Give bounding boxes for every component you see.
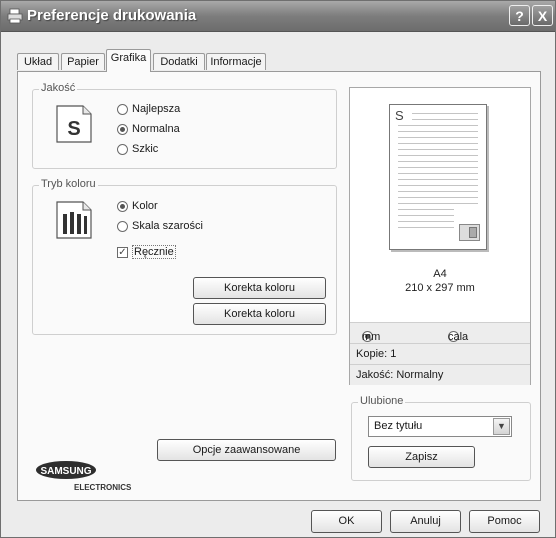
title-bar[interactable]: Preferencje drukowania ? X — [1, 1, 555, 32]
favorites-group: Ulubione — [351, 395, 531, 481]
print-preferences-window: Preferencje drukowania ? X Układ Papier … — [0, 0, 556, 538]
copies-text: Kopie: 1 — [356, 348, 397, 360]
chevron-down-icon[interactable]: ▼ — [493, 418, 510, 435]
samsung-logo-graphic: SAMSUNG ELECTRONICS — [36, 461, 132, 492]
quality-group-label: Jakość — [39, 82, 78, 94]
unit-inch-label: cala — [448, 331, 469, 343]
favorites-dropdown[interactable]: Bez tytułu ▼ — [368, 416, 512, 437]
quality-normal-radio[interactable]: Normalna — [117, 123, 180, 135]
paper-size: 210 x 297 mm — [405, 282, 475, 294]
manual-checkbox[interactable]: ✓ Ręcznie — [117, 245, 176, 259]
print-preview-panel: S A4 210 x 297 mm mm cala Kopie: 1 Jakoś… — [349, 87, 531, 385]
radio-indicator — [117, 143, 128, 155]
color-mode-color-label: Kolor — [132, 200, 158, 212]
unit-mm-label: mm — [362, 331, 381, 343]
page-preview: S — [389, 104, 487, 250]
help-title-button[interactable]: ? — [509, 5, 530, 26]
unit-row: mm cala — [350, 322, 530, 343]
tab-informacje[interactable]: Informacje — [206, 53, 266, 70]
save-favorite-button[interactable]: Zapisz — [368, 446, 475, 468]
quality-summary-text: Jakość: Normalny — [356, 369, 444, 381]
color-pencils-icon — [56, 201, 92, 239]
radio-indicator-selected — [117, 123, 128, 135]
checkbox-checked-icon: ✓ — [117, 246, 128, 258]
quality-best-radio[interactable]: Najlepsza — [117, 103, 180, 115]
radio-indicator — [117, 103, 128, 115]
svg-text:S: S — [67, 118, 80, 140]
color-correction-button-1[interactable]: Korekta koloru — [193, 277, 326, 299]
quality-draft-radio[interactable]: Szkic — [117, 143, 158, 155]
color-mode-grayscale-label: Skala szarości — [132, 220, 203, 232]
printer-icon — [7, 8, 23, 24]
color-mode-color-radio[interactable]: Kolor — [117, 200, 158, 212]
copies-row: Kopie: 1 — [350, 343, 530, 364]
manual-label: Ręcznie — [132, 245, 176, 259]
help-button[interactable]: Pomoc — [469, 510, 540, 533]
svg-text:ELECTRONICS: ELECTRONICS — [74, 483, 132, 492]
cancel-button[interactable]: Anuluj — [390, 510, 461, 533]
favorites-selected-value: Bez tytułu — [374, 420, 423, 432]
tab-papier[interactable]: Papier — [61, 53, 105, 70]
quality-draft-label: Szkic — [132, 143, 159, 155]
quality-summary-row: Jakość: Normalny — [350, 364, 530, 385]
tab-dodatki[interactable]: Dodatki — [153, 53, 205, 70]
graphics-tab-panel: Jakość S Najlepsza Normalna Szkic Tryb k… — [17, 71, 541, 501]
ok-button[interactable]: OK — [311, 510, 382, 533]
page-layout-thumbnail-icon — [459, 224, 480, 241]
svg-text:SAMSUNG: SAMSUNG — [40, 466, 91, 477]
quality-normal-label: Normalna — [132, 123, 180, 135]
color-mode-grayscale-radio[interactable]: Skala szarości — [117, 220, 203, 232]
samsung-logo: SAMSUNG ELECTRONICS — [36, 460, 146, 497]
page-preview-letter: S — [395, 108, 404, 123]
radio-indicator — [117, 220, 128, 232]
tab-grafika[interactable]: Grafika — [106, 49, 151, 72]
advanced-options-button[interactable]: Opcje zaawansowane — [157, 439, 336, 461]
color-mode-group: Tryb koloru Kolor Skala szarości ✓ Ręczn… — [32, 178, 337, 335]
quality-s-icon: S — [56, 105, 92, 143]
window-title: Preferencje drukowania — [27, 7, 197, 24]
close-button[interactable]: X — [532, 5, 553, 26]
color-mode-group-label: Tryb koloru — [39, 178, 98, 190]
tab-uklad[interactable]: Układ — [17, 53, 59, 70]
radio-indicator-selected — [117, 200, 128, 212]
favorites-group-label: Ulubione — [358, 395, 406, 407]
quality-best-label: Najlepsza — [132, 103, 181, 115]
quality-group: Jakość S Najlepsza Normalna Szkic — [32, 82, 337, 169]
color-correction-button-2[interactable]: Korekta koloru — [193, 303, 326, 325]
paper-name: A4 — [433, 268, 447, 280]
